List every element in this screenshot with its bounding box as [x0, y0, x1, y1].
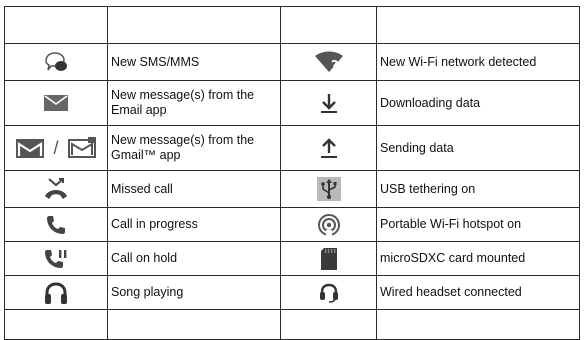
phone-icon: [45, 215, 67, 234]
icon-cell: [4, 241, 108, 276]
status-label: New message(s) from the Gmail™ app: [107, 125, 281, 171]
icon-cell: [280, 207, 377, 242]
icon-cell: [280, 125, 377, 171]
icon-cell: [4, 43, 108, 81]
call-hold-icon: [44, 249, 68, 268]
headphones-icon: [43, 281, 69, 304]
table-strip-cell: [376, 309, 580, 340]
icon-cell: [280, 241, 377, 276]
table-row: / New message(s) from the Gmail™ app Sen…: [4, 125, 580, 171]
status-label: New SMS/MMS: [107, 43, 281, 81]
table-strip-cell: [4, 309, 108, 340]
status-label: New message(s) from the Email app: [107, 80, 281, 126]
status-label: USB tethering on: [376, 170, 580, 208]
status-label: Missed call: [107, 170, 281, 208]
sd-card-icon: [319, 247, 339, 270]
gmail-outline-icon: [64, 137, 97, 158]
usb-icon: [316, 177, 341, 201]
icon-cell: [280, 80, 377, 126]
table-strip-cell: [280, 309, 377, 340]
wifi-question-icon: ?: [314, 51, 344, 74]
headset-icon: [318, 283, 340, 303]
status-label: Portable Wi-Fi hotspot on: [376, 207, 580, 242]
icon-cell: [4, 207, 108, 242]
status-label: Call on hold: [107, 241, 281, 276]
table-strip-cell: [107, 6, 281, 44]
icon-cell: [280, 275, 377, 310]
status-label: Wired headset connected: [376, 275, 580, 310]
table-top-strip: [4, 6, 580, 44]
icon-separator: /: [53, 137, 59, 158]
icon-cell: [4, 80, 108, 126]
status-icons-table: New SMS/MMS ? New Wi-Fi network detected…: [4, 6, 580, 340]
hotspot-icon: [317, 213, 341, 236]
table-row: Song playing Wired headset connected: [4, 275, 580, 310]
table-row: Call in progress Portable Wi-Fi hotspot …: [4, 207, 580, 242]
icon-cell: [280, 170, 377, 208]
icon-cell: [4, 275, 108, 310]
gmail-icon: [15, 139, 48, 158]
icon-cell: ?: [280, 43, 377, 81]
table-row: Missed call USB tethering on: [4, 170, 580, 208]
upload-arrow-icon: [319, 138, 339, 158]
table-strip-cell: [280, 6, 377, 44]
status-label: Song playing: [107, 275, 281, 310]
status-label: microSDXC card mounted: [376, 241, 580, 276]
table-row-partial: [4, 309, 580, 340]
table-strip-cell: [4, 6, 108, 44]
status-label: Sending data: [376, 125, 580, 171]
status-label: Call in progress: [107, 207, 281, 242]
table-row: Call on hold microSDXC card mounted: [4, 241, 580, 276]
icon-cell: /: [4, 125, 108, 171]
status-label: New Wi-Fi network detected: [376, 43, 580, 81]
status-label: Downloading data: [376, 80, 580, 126]
table-strip-cell: [376, 6, 580, 44]
table-row: New SMS/MMS ? New Wi-Fi network detected: [4, 43, 580, 81]
sms-bubble-icon: [43, 52, 69, 71]
table-row: New message(s) from the Email app Downlo…: [4, 80, 580, 126]
envelope-icon: [43, 95, 69, 111]
icon-cell: [4, 170, 108, 208]
table-strip-cell: [107, 309, 281, 340]
svg-text:?: ?: [331, 59, 339, 73]
download-arrow-icon: [319, 94, 339, 113]
missed-call-icon: [43, 178, 69, 199]
